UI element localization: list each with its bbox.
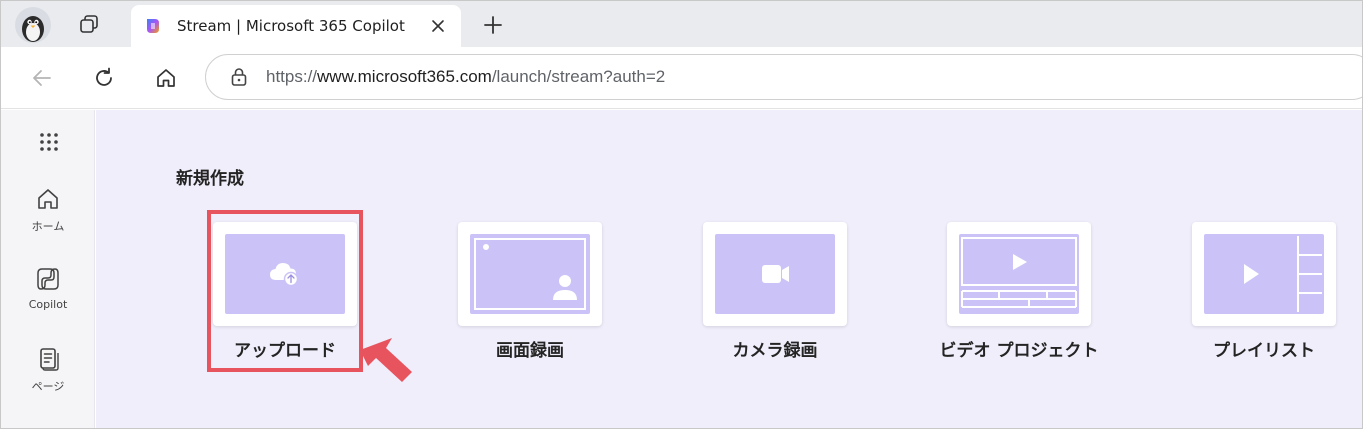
profile-avatar[interactable] <box>15 7 51 43</box>
rail-item-label: ホーム <box>31 220 65 233</box>
copilot-favicon-icon <box>147 19 159 33</box>
url-text: https://www.microsoft365.com/launch/stre… <box>266 67 665 87</box>
section-title: 新規作成 <box>176 169 244 189</box>
back-arrow-icon <box>33 70 51 86</box>
rail-item-label: ページ <box>31 380 65 393</box>
create-camera-record-card[interactable] <box>703 222 847 326</box>
url-path: /launch/stream?auth=2 <box>491 67 666 86</box>
pointer-arrow-icon <box>360 338 412 382</box>
back-button[interactable] <box>27 63 57 93</box>
navigation-bar: https://www.microsoft365.com/launch/stre… <box>1 47 1362 109</box>
new-tab-button[interactable] <box>479 11 507 39</box>
rail-item-copilot[interactable]: Copilot <box>1 266 95 311</box>
video-project-icon <box>961 237 1077 308</box>
video-project-thumbnail <box>959 234 1079 314</box>
create-playlist-card[interactable] <box>1192 222 1336 326</box>
screen-record-icon <box>474 238 586 310</box>
refresh-button[interactable] <box>89 63 119 93</box>
close-tab-icon[interactable] <box>429 17 447 35</box>
plus-icon <box>484 16 502 34</box>
home-button[interactable] <box>151 63 181 93</box>
card-label-playlist[interactable]: プレイリスト <box>1164 336 1362 361</box>
copilot-icon <box>37 268 59 290</box>
browser-window: Stream | Microsoft 365 Copilot https://w… <box>0 0 1363 429</box>
card-label-video-project[interactable]: ビデオ プロジェクト <box>919 336 1119 361</box>
home-icon <box>157 69 175 87</box>
tab-strip: Stream | Microsoft 365 Copilot <box>1 1 1362 47</box>
rail-item-label: Copilot <box>28 298 68 311</box>
tab-stream[interactable]: Stream | Microsoft 365 Copilot <box>131 5 461 47</box>
home-icon <box>38 189 58 209</box>
rail-item-pages[interactable]: ページ <box>1 346 95 394</box>
workspaces-icon <box>80 15 98 33</box>
playlist-thumbnail <box>1204 234 1324 314</box>
url-prefix: https:// <box>266 67 318 86</box>
address-bar[interactable]: https://www.microsoft365.com/launch/stre… <box>205 54 1362 100</box>
refresh-icon <box>96 67 112 86</box>
card-label-screen-record[interactable]: 画面録画 <box>430 336 630 361</box>
tab-title: Stream | Microsoft 365 Copilot <box>177 17 405 35</box>
screen-record-thumbnail <box>470 234 590 314</box>
rail-item-home[interactable]: ホーム <box>1 186 95 234</box>
create-screen-record-card[interactable] <box>458 222 602 326</box>
camera-thumbnail <box>715 234 835 314</box>
highlight-box <box>207 210 363 372</box>
url-domain: www.microsoft365.com <box>317 67 492 86</box>
playlist-icon <box>1244 236 1322 312</box>
penguin-avatar-icon <box>22 16 44 42</box>
lock-icon[interactable] <box>230 67 248 87</box>
app-launcher-icon[interactable] <box>37 130 61 154</box>
app-rail: ホーム Copilot ページ <box>1 110 95 428</box>
card-label-camera-record[interactable]: カメラ録画 <box>675 336 875 361</box>
create-video-project-card[interactable] <box>947 222 1091 326</box>
main-content: 新規作成 アップロード 画面録画 カメラ録画 ビデオ プロジェクト プレイリスト <box>96 110 1362 428</box>
pages-icon <box>40 348 59 371</box>
camera-icon <box>762 265 789 283</box>
tab-actions-button[interactable] <box>73 9 105 39</box>
